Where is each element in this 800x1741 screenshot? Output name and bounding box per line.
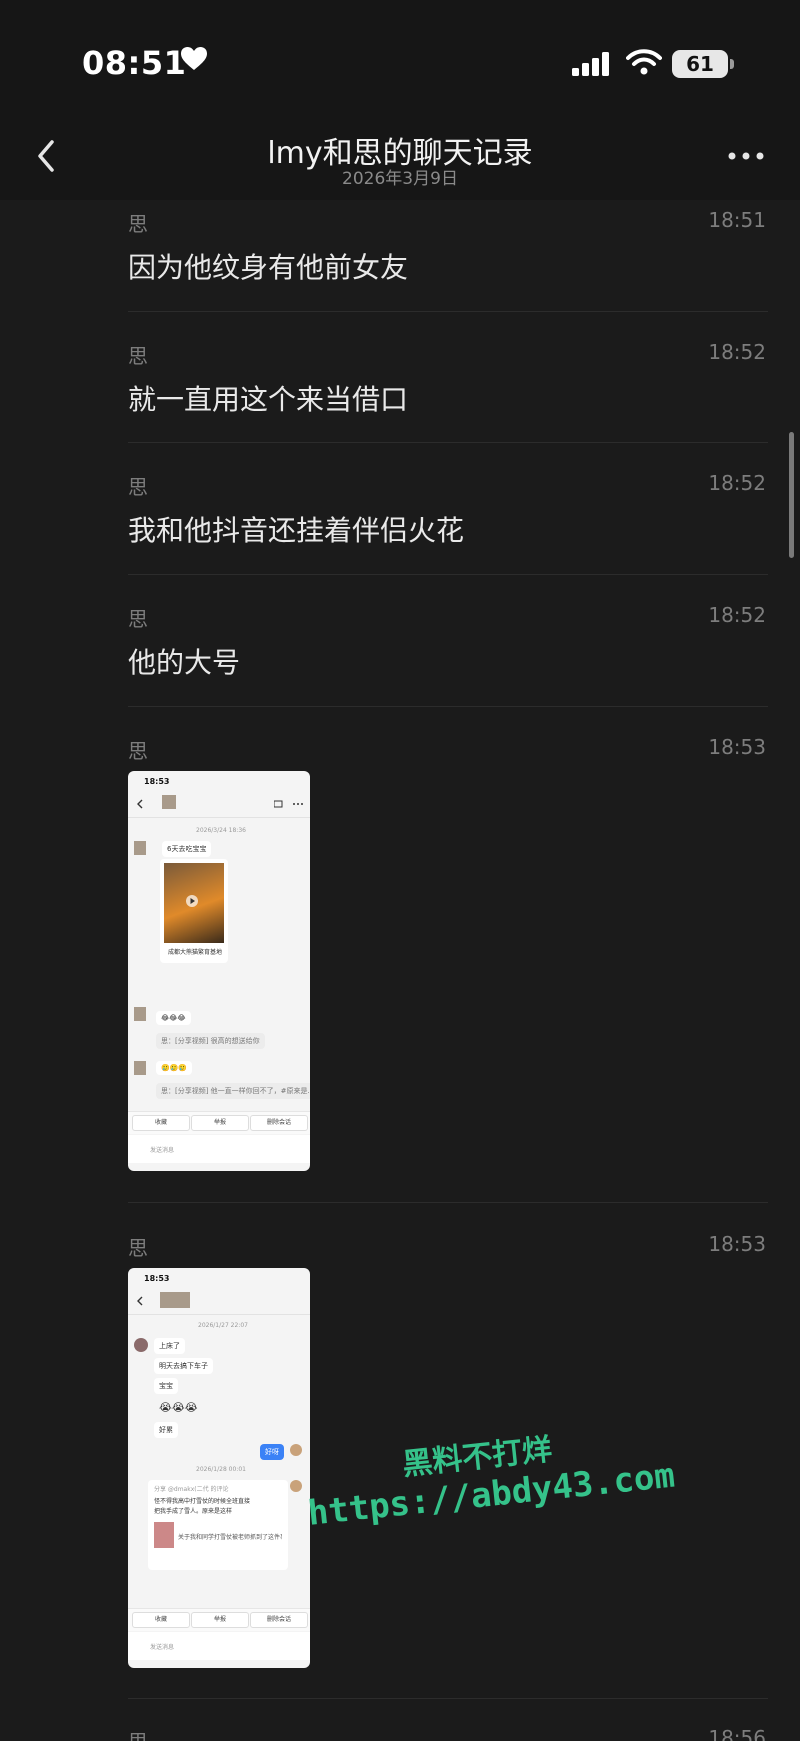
pixelated-avatar <box>162 795 176 809</box>
inner-input-placeholder: 发送消息 <box>150 1147 175 1154</box>
heart-icon <box>181 47 207 70</box>
share-title: 分享 @dmakx(二代 的评论 <box>154 1486 229 1493</box>
message-time: 18:52 <box>708 471 766 495</box>
inner-input-bar: 发送消息 <box>128 1135 310 1163</box>
inner-status-bar: 18:53 <box>128 1268 310 1290</box>
inner-bubble: 明天去搞下车子 <box>154 1358 213 1374</box>
message-sender: 思 <box>128 475 148 499</box>
inner-avatar <box>290 1480 302 1492</box>
inner-report-button: 举报 <box>191 1115 249 1131</box>
wifi-icon <box>626 49 662 75</box>
inner-bubble: 宝宝 <box>154 1378 178 1394</box>
share-thumbnail <box>154 1522 174 1548</box>
share-text: 怪不得我高中打雪仗的时候全班直接 <box>154 1498 251 1505</box>
message-divider <box>128 1698 768 1699</box>
share-text: 把我手成了雪人。原来是这样 <box>154 1508 233 1515</box>
inner-action-bar: 收藏 举报 删除会话 <box>128 1608 310 1631</box>
inner-date: 2026/1/27 22:07 <box>198 1322 248 1329</box>
pixelated-avatar <box>160 1292 190 1308</box>
status-bar: 08:51 61 <box>0 0 800 120</box>
message-sender: 思 <box>128 1726 148 1741</box>
inner-bubble: 😭😭😭 <box>159 1401 198 1414</box>
nav-bar: lmy和思的聊天记录 2026年3月9日 <box>0 120 800 200</box>
inner-avatar <box>290 1444 302 1456</box>
message-time: 18:53 <box>708 735 766 759</box>
message-time: 18:51 <box>708 208 766 232</box>
screenshot-image[interactable]: 18:53 2026/1/27 22:07 上床了 明天去搞下车子 宝宝 😭😭😭… <box>128 1268 310 1668</box>
message-divider <box>128 442 768 443</box>
message-item[interactable]: 思 18:56 <box>128 1726 766 1741</box>
inner-bubble: 上床了 <box>154 1338 185 1354</box>
inner-video-card: 成都大熊猫繁育基地 <box>160 859 228 963</box>
inner-favorite-button: 收藏 <box>132 1612 190 1628</box>
inner-bubble: 😂😂😂 <box>156 1011 191 1025</box>
inner-sent-bubble: 好呀 <box>260 1444 284 1460</box>
message-sender: 思 <box>128 607 148 631</box>
inner-time: 18:53 <box>144 777 170 786</box>
inner-back-icon <box>137 1296 143 1306</box>
inner-bubble: 好累 <box>154 1422 178 1438</box>
inner-time: 18:53 <box>144 1274 170 1283</box>
inner-input-placeholder: 发送消息 <box>150 1644 175 1651</box>
pixelated-avatar <box>134 1061 146 1075</box>
screenshot-image[interactable]: 18:53 2026/3/24 18:36 6天去吃宝宝 成都大熊猫繁育基地 😂… <box>128 771 310 1171</box>
inner-delete-button: 删除会话 <box>250 1612 308 1628</box>
inner-status-bar: 18:53 <box>128 771 310 793</box>
inner-share-card: 分享 @dmakx(二代 的评论 怪不得我高中打雪仗的时候全班直接 把我手成了雪… <box>148 1480 288 1570</box>
message-sender: 思 <box>128 739 148 763</box>
inner-back-icon <box>137 799 143 809</box>
pixelated-avatar <box>134 1007 146 1021</box>
inner-location: 成都大熊猫繁育基地 <box>168 949 223 956</box>
play-icon <box>186 895 198 907</box>
battery-tip <box>730 59 734 69</box>
message-text: 就一直用这个来当借口 <box>128 383 409 416</box>
message-time: 18:52 <box>708 340 766 364</box>
message-text: 他的大号 <box>128 646 241 679</box>
inner-date: 2026/3/24 18:36 <box>196 827 246 834</box>
inner-bubble: 🥲🥲🥲 <box>156 1061 193 1075</box>
message-sender: 思 <box>128 344 148 368</box>
message-time: 18:53 <box>708 1232 766 1256</box>
message-sender: 思 <box>128 1236 148 1260</box>
inner-delete-button: 删除会话 <box>250 1115 308 1131</box>
message-divider <box>128 311 768 312</box>
inner-nav <box>128 1290 310 1315</box>
inner-video-more-icon <box>274 800 303 808</box>
inner-nav <box>128 793 310 818</box>
share-card-text: 关于我和同学打雪仗被老师抓到了这件事#打雪仗#校园 #女大... <box>178 1534 282 1541</box>
inner-avatar <box>134 1338 148 1352</box>
status-time: 08:51 <box>82 44 187 82</box>
message-time: 18:56 <box>708 1726 766 1741</box>
battery-indicator: 61 <box>672 50 728 78</box>
inner-input-bar: 发送消息 <box>128 1632 310 1660</box>
message-sender: 思 <box>128 212 148 236</box>
inner-date: 2026/1/28 00:01 <box>196 1466 246 1473</box>
scrollbar[interactable] <box>789 432 794 558</box>
pixelated-avatar <box>134 841 146 855</box>
inner-action-bar: 收藏 举报 删除会话 <box>128 1111 310 1134</box>
cellular-signal-icon <box>572 52 609 76</box>
image-message-item[interactable]: 思 18:53 18:53 2026/3/24 18:36 6天去吃宝宝 成都大… <box>128 735 766 1175</box>
inner-report-button: 举报 <box>191 1612 249 1628</box>
message-divider <box>128 1202 768 1203</box>
message-time: 18:52 <box>708 603 766 627</box>
message-text: 我和他抖音还挂着伴侣火花 <box>128 514 465 547</box>
message-divider <box>128 574 768 575</box>
inner-quote: 思：[分享视频] 他一直一样你回不了，#原来是... <box>156 1083 310 1099</box>
inner-bubble: 6天去吃宝宝 <box>162 841 212 857</box>
inner-quote: 思：[分享视频] 很高的想送给你 <box>156 1033 265 1049</box>
inner-favorite-button: 收藏 <box>132 1115 190 1131</box>
message-divider <box>128 706 768 707</box>
chat-date: 2026年3月9日 <box>342 169 458 189</box>
more-options-icon[interactable] <box>726 150 766 162</box>
message-text: 因为他纹身有他前女友 <box>128 251 409 284</box>
